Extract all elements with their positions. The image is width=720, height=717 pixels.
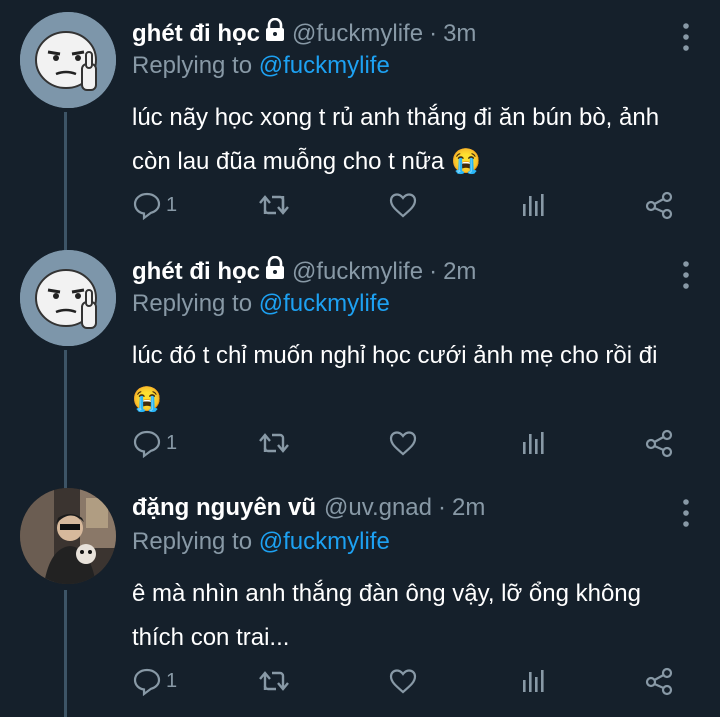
retweet-button[interactable]	[256, 190, 292, 220]
username[interactable]: @fuckmylife	[292, 20, 423, 48]
retweet-icon	[256, 666, 292, 696]
replying-to: Replying to @fuckmylife	[132, 52, 390, 80]
tweet[interactable]: ghét đi học @fuckmylife · 3m Replying to…	[0, 12, 720, 248]
reply-button[interactable]: 1	[132, 190, 177, 220]
like-button[interactable]	[388, 666, 418, 696]
reply-icon	[132, 428, 162, 458]
reply-count: 1	[166, 431, 178, 454]
more-icon[interactable]	[682, 20, 690, 54]
tweet-text: ê mà nhìn anh thắng đàn ông vậy, lỡ ổng …	[132, 580, 642, 651]
like-button[interactable]	[388, 190, 418, 220]
replying-to: Replying to @fuckmylife	[132, 290, 390, 318]
timestamp[interactable]: 3m	[443, 20, 476, 48]
lock-icon	[264, 255, 286, 287]
share-icon	[644, 666, 674, 696]
retweet-button[interactable]	[256, 428, 292, 458]
action-bar: 1	[132, 666, 692, 706]
display-name[interactable]: đặng nguyên vũ	[132, 494, 316, 522]
action-bar: 1	[132, 428, 692, 468]
tweet-text: lúc nãy học xong t rủ anh thắng đi ăn bú…	[132, 104, 660, 175]
more-icon[interactable]	[682, 496, 690, 530]
username[interactable]: @uv.gnad	[324, 494, 432, 522]
share-icon	[644, 190, 674, 220]
analytics-button[interactable]	[518, 666, 548, 696]
avatar[interactable]	[20, 12, 116, 108]
mention-link[interactable]: @fuckmylife	[259, 528, 390, 555]
replying-to: Replying to @fuckmylife	[132, 528, 390, 556]
replying-prefix: Replying to	[132, 528, 253, 555]
tweet-text: lúc đó t chỉ muốn nghỉ học cưới ảnh mẹ c…	[132, 342, 658, 413]
share-button[interactable]	[644, 190, 674, 220]
display-name[interactable]: ghét đi học	[132, 20, 260, 48]
username[interactable]: @fuckmylife	[292, 258, 423, 286]
tweet-header: đặng nguyên vũ @uv.gnad · 2m	[132, 494, 485, 522]
more-icon[interactable]	[682, 258, 690, 292]
tweet-header: ghét đi học @fuckmylife · 2m	[132, 255, 476, 287]
tweet[interactable]: ghét đi học @fuckmylife · 2m Replying to…	[0, 250, 720, 486]
analytics-button[interactable]	[518, 190, 548, 220]
share-button[interactable]	[644, 666, 674, 696]
tweet[interactable]: đặng nguyên vũ @uv.gnad · 2m Replying to…	[0, 488, 720, 717]
replying-prefix: Replying to	[132, 290, 253, 317]
like-button[interactable]	[388, 428, 418, 458]
retweet-button[interactable]	[256, 666, 292, 696]
separator-dot: ·	[429, 19, 438, 47]
mention-link[interactable]: @fuckmylife	[259, 290, 390, 317]
avatar[interactable]	[20, 488, 116, 584]
like-icon	[388, 190, 418, 220]
lock-icon	[264, 17, 286, 49]
action-bar: 1	[132, 190, 692, 230]
analytics-icon	[518, 190, 548, 220]
like-icon	[388, 428, 418, 458]
reply-icon	[132, 190, 162, 220]
reply-button[interactable]: 1	[132, 428, 177, 458]
retweet-icon	[256, 190, 292, 220]
reply-button[interactable]: 1	[132, 666, 177, 696]
avatar[interactable]	[20, 250, 116, 346]
tweet-header: ghét đi học @fuckmylife · 3m	[132, 17, 476, 49]
reply-count: 1	[166, 193, 178, 216]
reply-icon	[132, 666, 162, 696]
analytics-button[interactable]	[518, 428, 548, 458]
replying-prefix: Replying to	[132, 52, 253, 79]
separator-dot: ·	[429, 257, 438, 285]
like-icon	[388, 666, 418, 696]
reply-count: 1	[166, 669, 178, 692]
analytics-icon	[518, 428, 548, 458]
display-name[interactable]: ghét đi học	[132, 258, 260, 286]
timestamp[interactable]: 2m	[452, 494, 485, 522]
analytics-icon	[518, 666, 548, 696]
mention-link[interactable]: @fuckmylife	[259, 52, 390, 79]
retweet-icon	[256, 428, 292, 458]
separator-dot: ·	[438, 494, 447, 521]
share-icon	[644, 428, 674, 458]
share-button[interactable]	[644, 428, 674, 458]
timestamp[interactable]: 2m	[443, 258, 476, 286]
